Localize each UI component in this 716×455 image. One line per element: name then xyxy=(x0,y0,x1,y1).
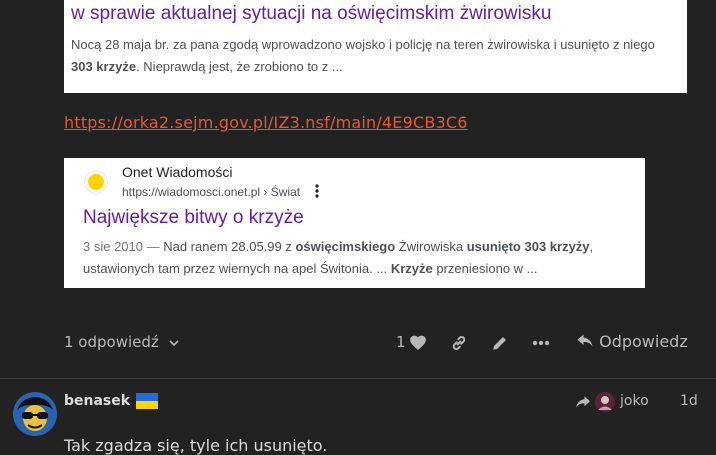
reply-arrow-icon xyxy=(576,396,590,408)
snippet-text: . Nieprawdą jest, że zrobiono to z ... xyxy=(136,59,343,74)
post-divider xyxy=(0,378,716,379)
result-snippet: 3 sie 2010 — Nad ranem 28.05.99 z oświęc… xyxy=(83,236,643,280)
reply-arrow-icon xyxy=(577,334,593,347)
snippet-bold: Krzyże xyxy=(390,261,433,276)
post-body-text: Tak zgadza się, tyle ich usunięto. xyxy=(64,436,328,455)
snippet-text: Nad ranem 28.05.99 z xyxy=(163,239,296,254)
result-title[interactable]: Największe bitwy o krzyże xyxy=(83,207,304,229)
result-site-name: Onet Wiadomości xyxy=(122,164,233,180)
snippet-text: przeniesiono w ... xyxy=(432,261,538,276)
snippet-bold: usunięto 303 krzyży xyxy=(466,239,590,254)
link-icon[interactable] xyxy=(450,334,468,352)
replies-label: 1 odpowiedź xyxy=(64,333,159,351)
result-site-url: https://wiadomosci.onet.pl › Świat xyxy=(122,185,301,199)
chevron-down-icon xyxy=(168,339,179,346)
reply-label: Odpowiedz xyxy=(599,332,688,351)
replies-toggle[interactable]: 1 odpowiedź xyxy=(64,333,180,351)
search-result-card-onet[interactable]: Onet Wiadomości https://wiadomosci.onet.… xyxy=(64,158,645,288)
reply-to-name: joko xyxy=(620,393,649,409)
username[interactable]: benasek xyxy=(64,393,130,409)
result-date: 3 sie 2010 — xyxy=(83,239,164,254)
snippet-bold: oświęcimskiego xyxy=(295,239,396,254)
snippet-bold: 303 krzyże xyxy=(71,59,137,74)
onet-favicon-icon xyxy=(84,170,108,194)
sejm-link[interactable]: https://orka2.sejm.gov.pl/IZ3.nsf/main/4… xyxy=(64,113,468,132)
reply-to-avatar xyxy=(595,392,615,412)
result-title[interactable]: w sprawie aktualnej sytuacji na oświęcim… xyxy=(71,3,551,25)
edit-pencil-icon[interactable] xyxy=(491,334,509,352)
avatar[interactable] xyxy=(13,392,57,436)
more-options-icon[interactable] xyxy=(314,183,320,204)
ukraine-flag-icon xyxy=(136,393,158,409)
heart-icon[interactable] xyxy=(409,334,427,351)
snippet-text: Żwirowiska xyxy=(395,239,467,254)
more-actions-icon[interactable] xyxy=(532,340,550,346)
reply-button[interactable]: Odpowiedz xyxy=(576,332,688,351)
search-result-card-sejm[interactable]: w sprawie aktualnej sytuacji na oświęcim… xyxy=(64,0,687,93)
result-snippet: Nocą 28 maja br. za pana zgodą wprowadzo… xyxy=(71,34,676,78)
like-count: 1 xyxy=(396,333,406,351)
post-age[interactable]: 1d xyxy=(680,393,698,409)
snippet-text: Nocą 28 maja br. za pana zgodą wprowadzo… xyxy=(71,37,655,52)
